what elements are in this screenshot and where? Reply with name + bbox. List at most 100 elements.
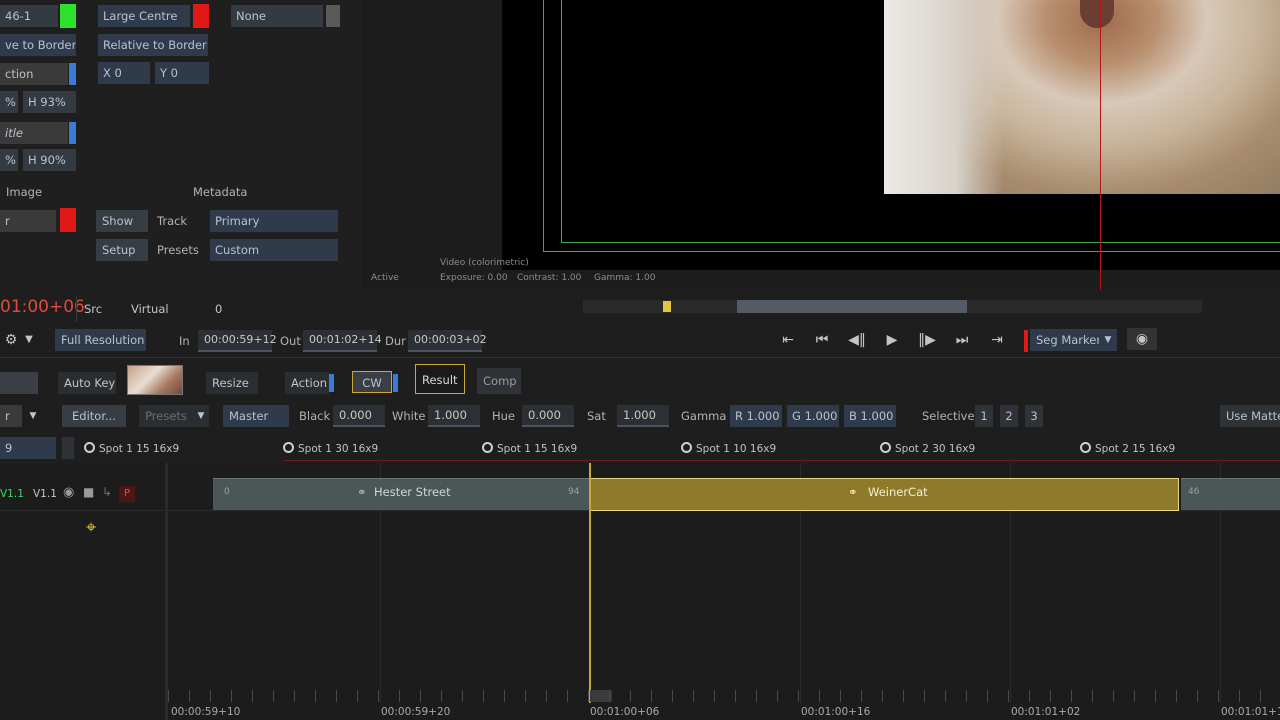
red-swatch-size[interactable] (193, 4, 209, 28)
track-select[interactable]: Primary (210, 210, 338, 232)
master-dropdown[interactable]: Master (223, 405, 289, 427)
white-label: White (392, 409, 426, 423)
clip-weinercat[interactable]: ⚭ WeinerCat (590, 478, 1179, 511)
size-mode-field[interactable]: Large Centre (98, 5, 190, 27)
auto-key-button[interactable]: Auto Key (58, 372, 116, 394)
clip-next[interactable]: 46 (1181, 478, 1280, 510)
src-label: Src (84, 302, 103, 316)
lock-icon[interactable]: ■ (83, 485, 94, 499)
go-to-start-icon[interactable]: ⇤ (773, 328, 803, 352)
spot-marker[interactable]: Spot 1 15 16x9 (84, 442, 179, 455)
action-field[interactable]: ction (0, 63, 68, 85)
spot-left-grip[interactable] (62, 437, 74, 459)
hue-value-field[interactable]: 0.000 (522, 405, 574, 427)
editor-panel: 46-1 ve to Border ction % H 93% itle % H… (0, 0, 362, 290)
cat-image (884, 0, 1280, 194)
scrub-handle[interactable] (663, 301, 671, 312)
height-pct-field[interactable]: H 93% (23, 91, 76, 113)
play-icon[interactable]: ▶ (877, 328, 907, 352)
sat-value-field[interactable]: 1.000 (617, 405, 669, 427)
primary-badge[interactable]: P (119, 486, 135, 502)
y-field[interactable]: Y 0 (155, 62, 209, 84)
link-icon: ⚭ (848, 485, 858, 499)
resolution-button[interactable]: Full Resolution (55, 329, 146, 351)
active-label: Active (371, 273, 399, 283)
dur-timecode-field[interactable]: 00:00:03+02 (408, 330, 487, 352)
show-button[interactable]: Show (96, 210, 148, 232)
hue-label: Hue (492, 409, 516, 423)
x-field[interactable]: X 0 (98, 62, 150, 84)
width-pct-field[interactable]: % (0, 91, 18, 113)
relative-to-border-field[interactable]: Relative to Border (98, 34, 208, 56)
height-pct2-field[interactable]: H 90% (23, 149, 76, 171)
title-field[interactable]: itle (0, 122, 68, 144)
format-field[interactable]: 46-1 (0, 5, 58, 27)
gamma-g-field[interactable]: G 1.000 (787, 405, 839, 427)
editor-button[interactable]: Editor... (62, 405, 126, 427)
source-thumbnail[interactable] (127, 365, 183, 395)
step-forward-icon[interactable]: ‖▶ (912, 328, 942, 352)
camera-icon[interactable]: ◉ (1127, 328, 1157, 350)
comp-node[interactable]: Comp (477, 368, 521, 394)
selective-3-button[interactable]: 3 (1025, 405, 1043, 427)
spot-left-field[interactable]: 9 (0, 437, 56, 459)
seg-marker-dropdown[interactable]: Seg Marker (1030, 329, 1101, 351)
result-node[interactable]: Result (415, 364, 465, 394)
step-back-icon[interactable]: ◀‖ (842, 328, 872, 352)
presets-chevron-icon[interactable]: ▼ (193, 405, 209, 427)
use-matte-button[interactable]: Use Matte (1220, 405, 1280, 427)
spot-marker[interactable]: Spot 2 30 16x9 (880, 442, 975, 455)
red-swatch-image[interactable] (60, 208, 76, 232)
clip-start-frame: 0 (224, 487, 230, 497)
black-value-field[interactable]: 0.000 (333, 405, 385, 427)
reel-icon (681, 442, 692, 453)
track-label: Track (157, 214, 188, 228)
viewer[interactable]: Active Video (colorimetric) Exposure: 0.… (362, 0, 1280, 290)
next-edit-icon[interactable]: ⏭ (947, 328, 977, 352)
eye-icon[interactable]: ◉ (63, 485, 74, 500)
cat-nose (1080, 0, 1114, 28)
gamma-r-field[interactable]: R 1.000 (730, 405, 782, 427)
action-node-accent (329, 374, 334, 392)
width-pct2-field[interactable]: % (0, 149, 18, 171)
white-value-field[interactable]: 1.000 (428, 405, 480, 427)
chevron-down-icon[interactable]: ▼ (14, 328, 44, 352)
playhead[interactable] (589, 463, 591, 703)
fx-left-block[interactable] (0, 372, 38, 394)
image-field[interactable]: r (0, 210, 56, 232)
relative-border-field[interactable]: ve to Border (0, 34, 76, 56)
seg-marker-indicator (1024, 330, 1028, 352)
presets-select[interactable]: Custom (210, 239, 338, 261)
spot-marker[interactable]: Spot 1 30 16x9 (283, 442, 378, 455)
seg-marker-chevron-icon[interactable]: ▼ (1099, 329, 1117, 351)
setup-button[interactable]: Setup (96, 239, 148, 261)
resize-node[interactable]: Resize (206, 372, 258, 394)
left-chevron-icon[interactable]: ▼ (18, 404, 48, 428)
out-timecode-field[interactable]: 00:01:02+14 (303, 330, 382, 352)
presets-button[interactable]: Presets (139, 405, 193, 427)
spot-marker[interactable]: Spot 1 15 16x9 (482, 442, 577, 455)
scrub-bar[interactable] (583, 300, 1202, 313)
route-icon[interactable]: ↳ (102, 485, 112, 499)
action-node[interactable]: Action (285, 372, 329, 394)
in-timecode-field[interactable]: 00:00:59+12 (198, 330, 277, 352)
cw-node[interactable]: CW (352, 371, 392, 393)
spot-label: Spot 2 30 16x9 (895, 443, 976, 455)
clip-hester-street[interactable]: 0 ⚭ Hester Street 94 (213, 478, 590, 510)
spot-label: Spot 1 15 16x9 (497, 443, 578, 455)
gray-swatch[interactable] (326, 5, 340, 27)
prev-edit-icon[interactable]: ⏮ (807, 328, 837, 352)
spot-marker[interactable]: Spot 1 10 16x9 (681, 442, 776, 455)
title-accent (69, 122, 76, 144)
selective-1-button[interactable]: 1 (975, 405, 993, 427)
v1-patch-label[interactable]: V1.1 (0, 488, 24, 500)
spot-marker[interactable]: Spot 2 15 16x9 (1080, 442, 1175, 455)
none-field[interactable]: None (231, 5, 323, 27)
gamma-b-field[interactable]: B 1.000 (844, 405, 896, 427)
link-icon: ⚭ (357, 485, 367, 499)
viewer-red-line (1100, 0, 1101, 290)
fx-row-divider (0, 357, 1280, 358)
go-to-end-icon[interactable]: ⇥ (982, 328, 1012, 352)
selective-2-button[interactable]: 2 (1000, 405, 1018, 427)
green-swatch[interactable] (60, 4, 76, 28)
